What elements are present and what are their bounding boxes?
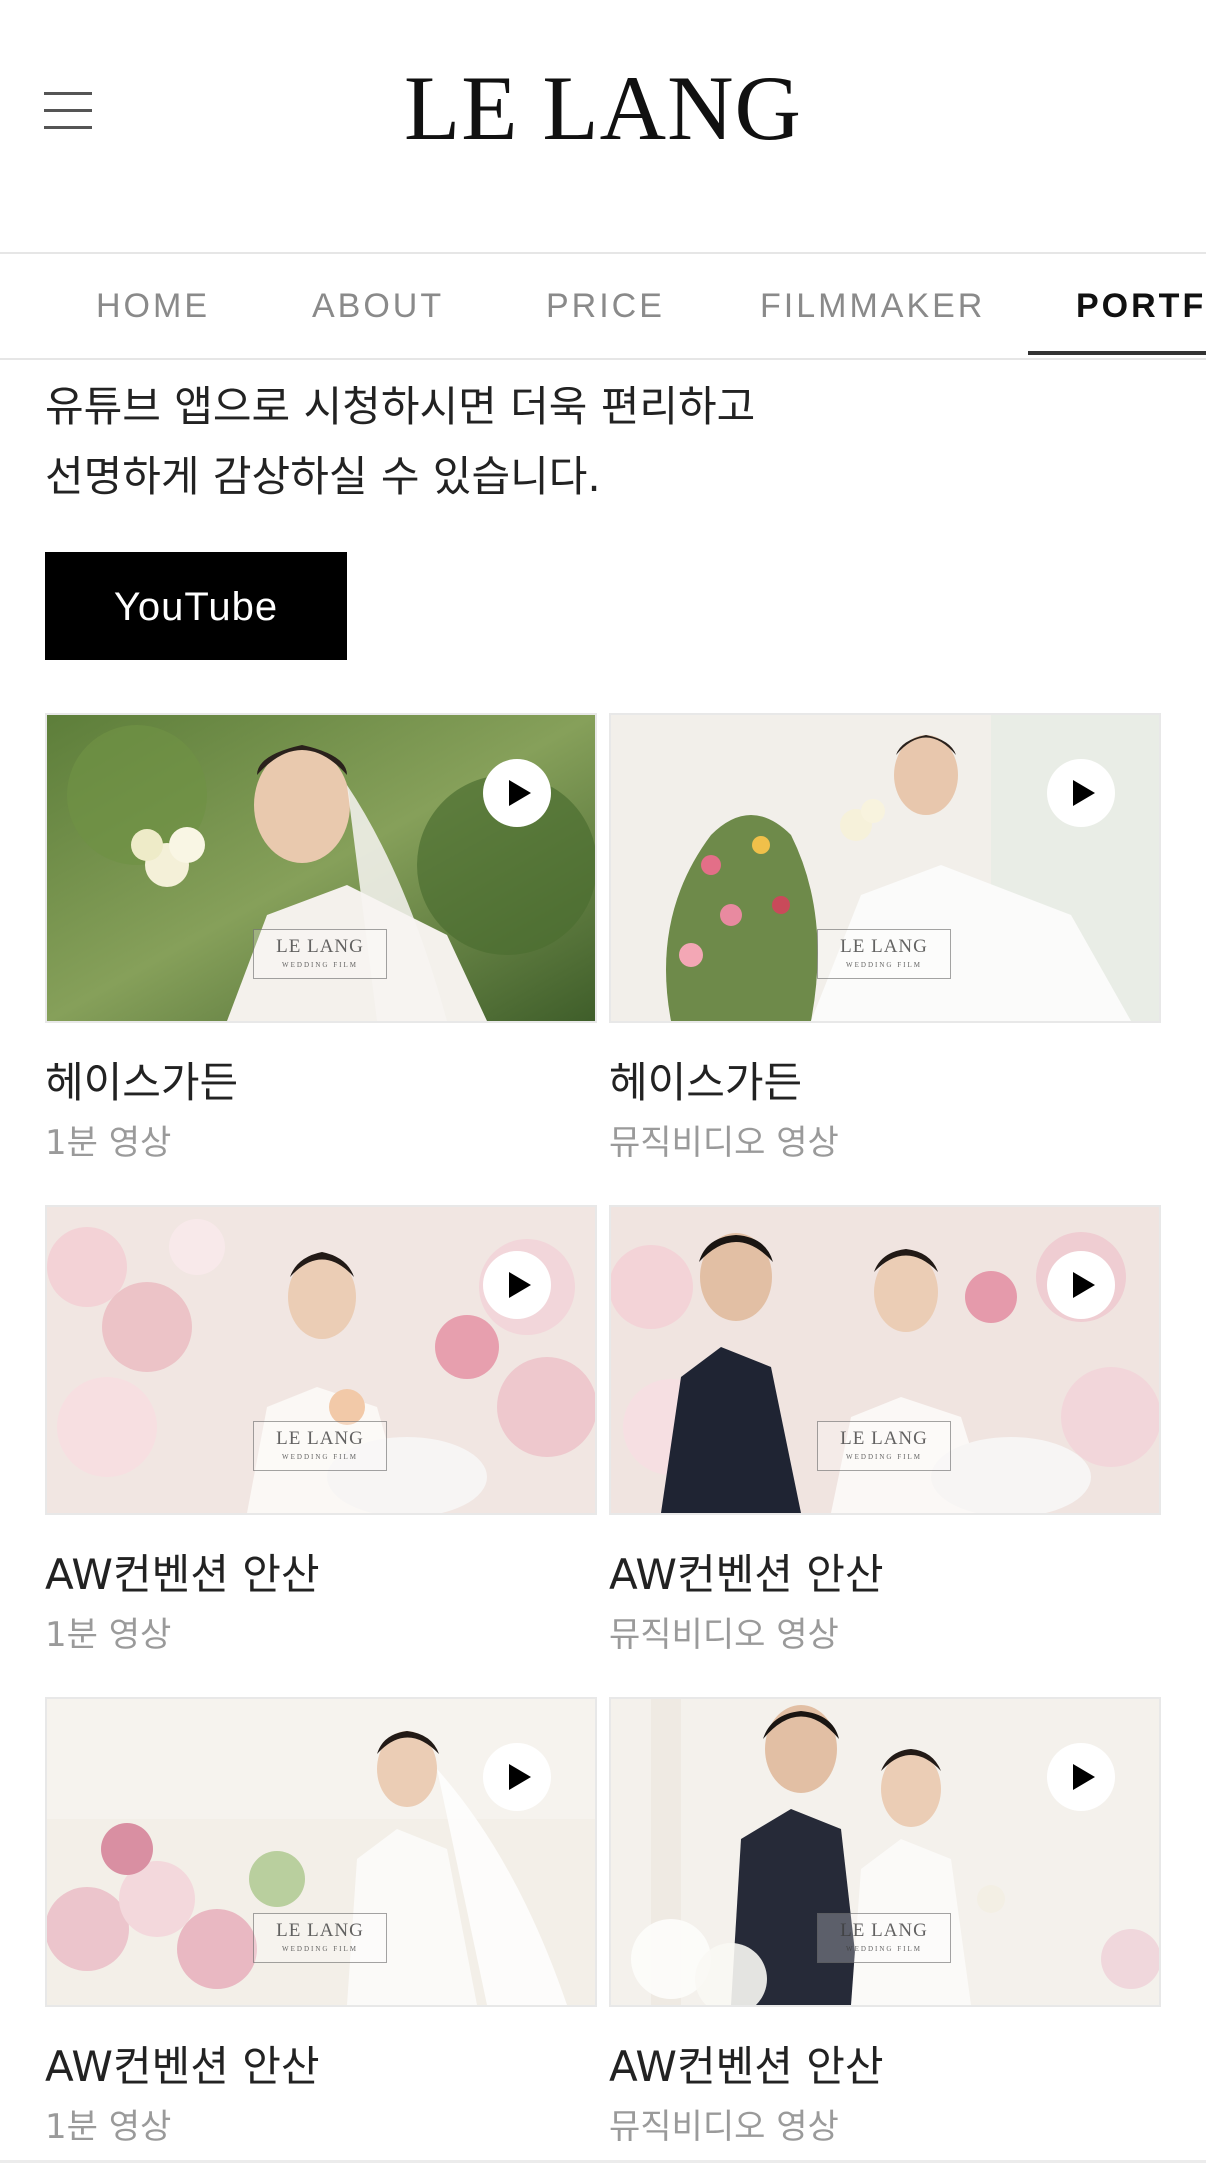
video-title[interactable]: AW컨벤션 안산 (45, 2033, 320, 2094)
video-card[interactable]: LE LANG WEDDING FILM 헤이스가든 1분 영상 (45, 713, 597, 1173)
top-nav-tabs: HOME ABOUT PRICE FILMMAKER PORTF (0, 252, 1206, 360)
watermark-logo: LE LANG WEDDING FILM (817, 1913, 951, 1963)
video-subtitle: 1분 영상 (45, 2107, 172, 2147)
intro-line-1: 유튜브 앱으로 시청하시면 더욱 편리하고 (45, 382, 756, 431)
video-title[interactable]: AW컨벤션 안산 (609, 1541, 884, 1602)
video-card[interactable]: LE LANG WEDDING FILM AW컨벤션 안산 1분 영상 (45, 1697, 597, 2157)
watermark-text: LE LANG (276, 1920, 364, 1941)
watermark-logo: LE LANG WEDDING FILM (817, 929, 951, 979)
bottom-divider (0, 2160, 1206, 2163)
video-thumbnail[interactable]: LE LANG WEDDING FILM (609, 713, 1161, 1023)
video-title[interactable]: AW컨벤션 안산 (45, 1541, 320, 1602)
watermark-logo: LE LANG WEDDING FILM (253, 929, 387, 979)
video-thumbnail[interactable]: LE LANG WEDDING FILM (45, 1697, 597, 2007)
play-icon[interactable] (1047, 1251, 1115, 1319)
watermark-subtext: WEDDING FILM (846, 1945, 922, 1953)
video-subtitle: 1분 영상 (45, 1123, 172, 1163)
video-thumbnail[interactable]: LE LANG WEDDING FILM (45, 713, 597, 1023)
tab-filmmaker[interactable]: FILMMAKER (760, 254, 985, 358)
site-header: LE LANG (0, 0, 1206, 252)
play-icon[interactable] (1047, 759, 1115, 827)
video-thumbnail[interactable]: LE LANG WEDDING FILM (609, 1205, 1161, 1515)
video-card[interactable]: LE LANG WEDDING FILM 헤이스가든 뮤직비디오 영상 (609, 713, 1161, 1173)
play-icon[interactable] (483, 1251, 551, 1319)
video-thumbnail[interactable]: LE LANG WEDDING FILM (609, 1697, 1161, 2007)
video-subtitle: 뮤직비디오 영상 (609, 1123, 839, 1163)
site-logo[interactable]: LE LANG (0, 62, 1206, 154)
play-icon[interactable] (1047, 1743, 1115, 1811)
intro-text: 유튜브 앱으로 시청하시면 더욱 편리하고 선명하게 감상하실 수 있습니다. (45, 372, 755, 512)
watermark-text: LE LANG (840, 936, 928, 957)
watermark-text: LE LANG (840, 1428, 928, 1449)
video-card[interactable]: LE LANG WEDDING FILM AW컨벤션 안산 뮤직비디오 영상 (609, 1205, 1161, 1665)
tab-portfolio[interactable]: PORTF (1076, 254, 1206, 358)
video-subtitle: 1분 영상 (45, 1615, 172, 1655)
video-card[interactable]: LE LANG WEDDING FILM AW컨벤션 안산 뮤직비디오 영상 (609, 1697, 1161, 2157)
video-title[interactable]: 헤이스가든 (45, 1049, 238, 1110)
tab-about[interactable]: ABOUT (312, 254, 444, 358)
watermark-logo: LE LANG WEDDING FILM (817, 1421, 951, 1471)
intro-line-2: 선명하게 감상하실 수 있습니다. (45, 452, 601, 501)
video-thumbnail[interactable]: LE LANG WEDDING FILM (45, 1205, 597, 1515)
tab-price[interactable]: PRICE (546, 254, 665, 358)
active-tab-indicator (1028, 351, 1206, 355)
watermark-text: LE LANG (840, 1920, 928, 1941)
watermark-text: LE LANG (276, 1428, 364, 1449)
youtube-button[interactable]: YouTube (45, 552, 347, 660)
watermark-subtext: WEDDING FILM (282, 1945, 358, 1953)
watermark-subtext: WEDDING FILM (846, 961, 922, 969)
video-subtitle: 뮤직비디오 영상 (609, 1615, 839, 1655)
watermark-subtext: WEDDING FILM (846, 1453, 922, 1461)
play-icon[interactable] (483, 1743, 551, 1811)
tab-home[interactable]: HOME (96, 254, 210, 358)
watermark-subtext: WEDDING FILM (282, 961, 358, 969)
watermark-logo: LE LANG WEDDING FILM (253, 1913, 387, 1963)
video-title[interactable]: 헤이스가든 (609, 1049, 802, 1110)
watermark-text: LE LANG (276, 936, 364, 957)
watermark-subtext: WEDDING FILM (282, 1453, 358, 1461)
watermark-logo: LE LANG WEDDING FILM (253, 1421, 387, 1471)
play-icon[interactable] (483, 759, 551, 827)
video-title[interactable]: AW컨벤션 안산 (609, 2033, 884, 2094)
video-subtitle: 뮤직비디오 영상 (609, 2107, 839, 2147)
video-card[interactable]: LE LANG WEDDING FILM AW컨벤션 안산 1분 영상 (45, 1205, 597, 1665)
